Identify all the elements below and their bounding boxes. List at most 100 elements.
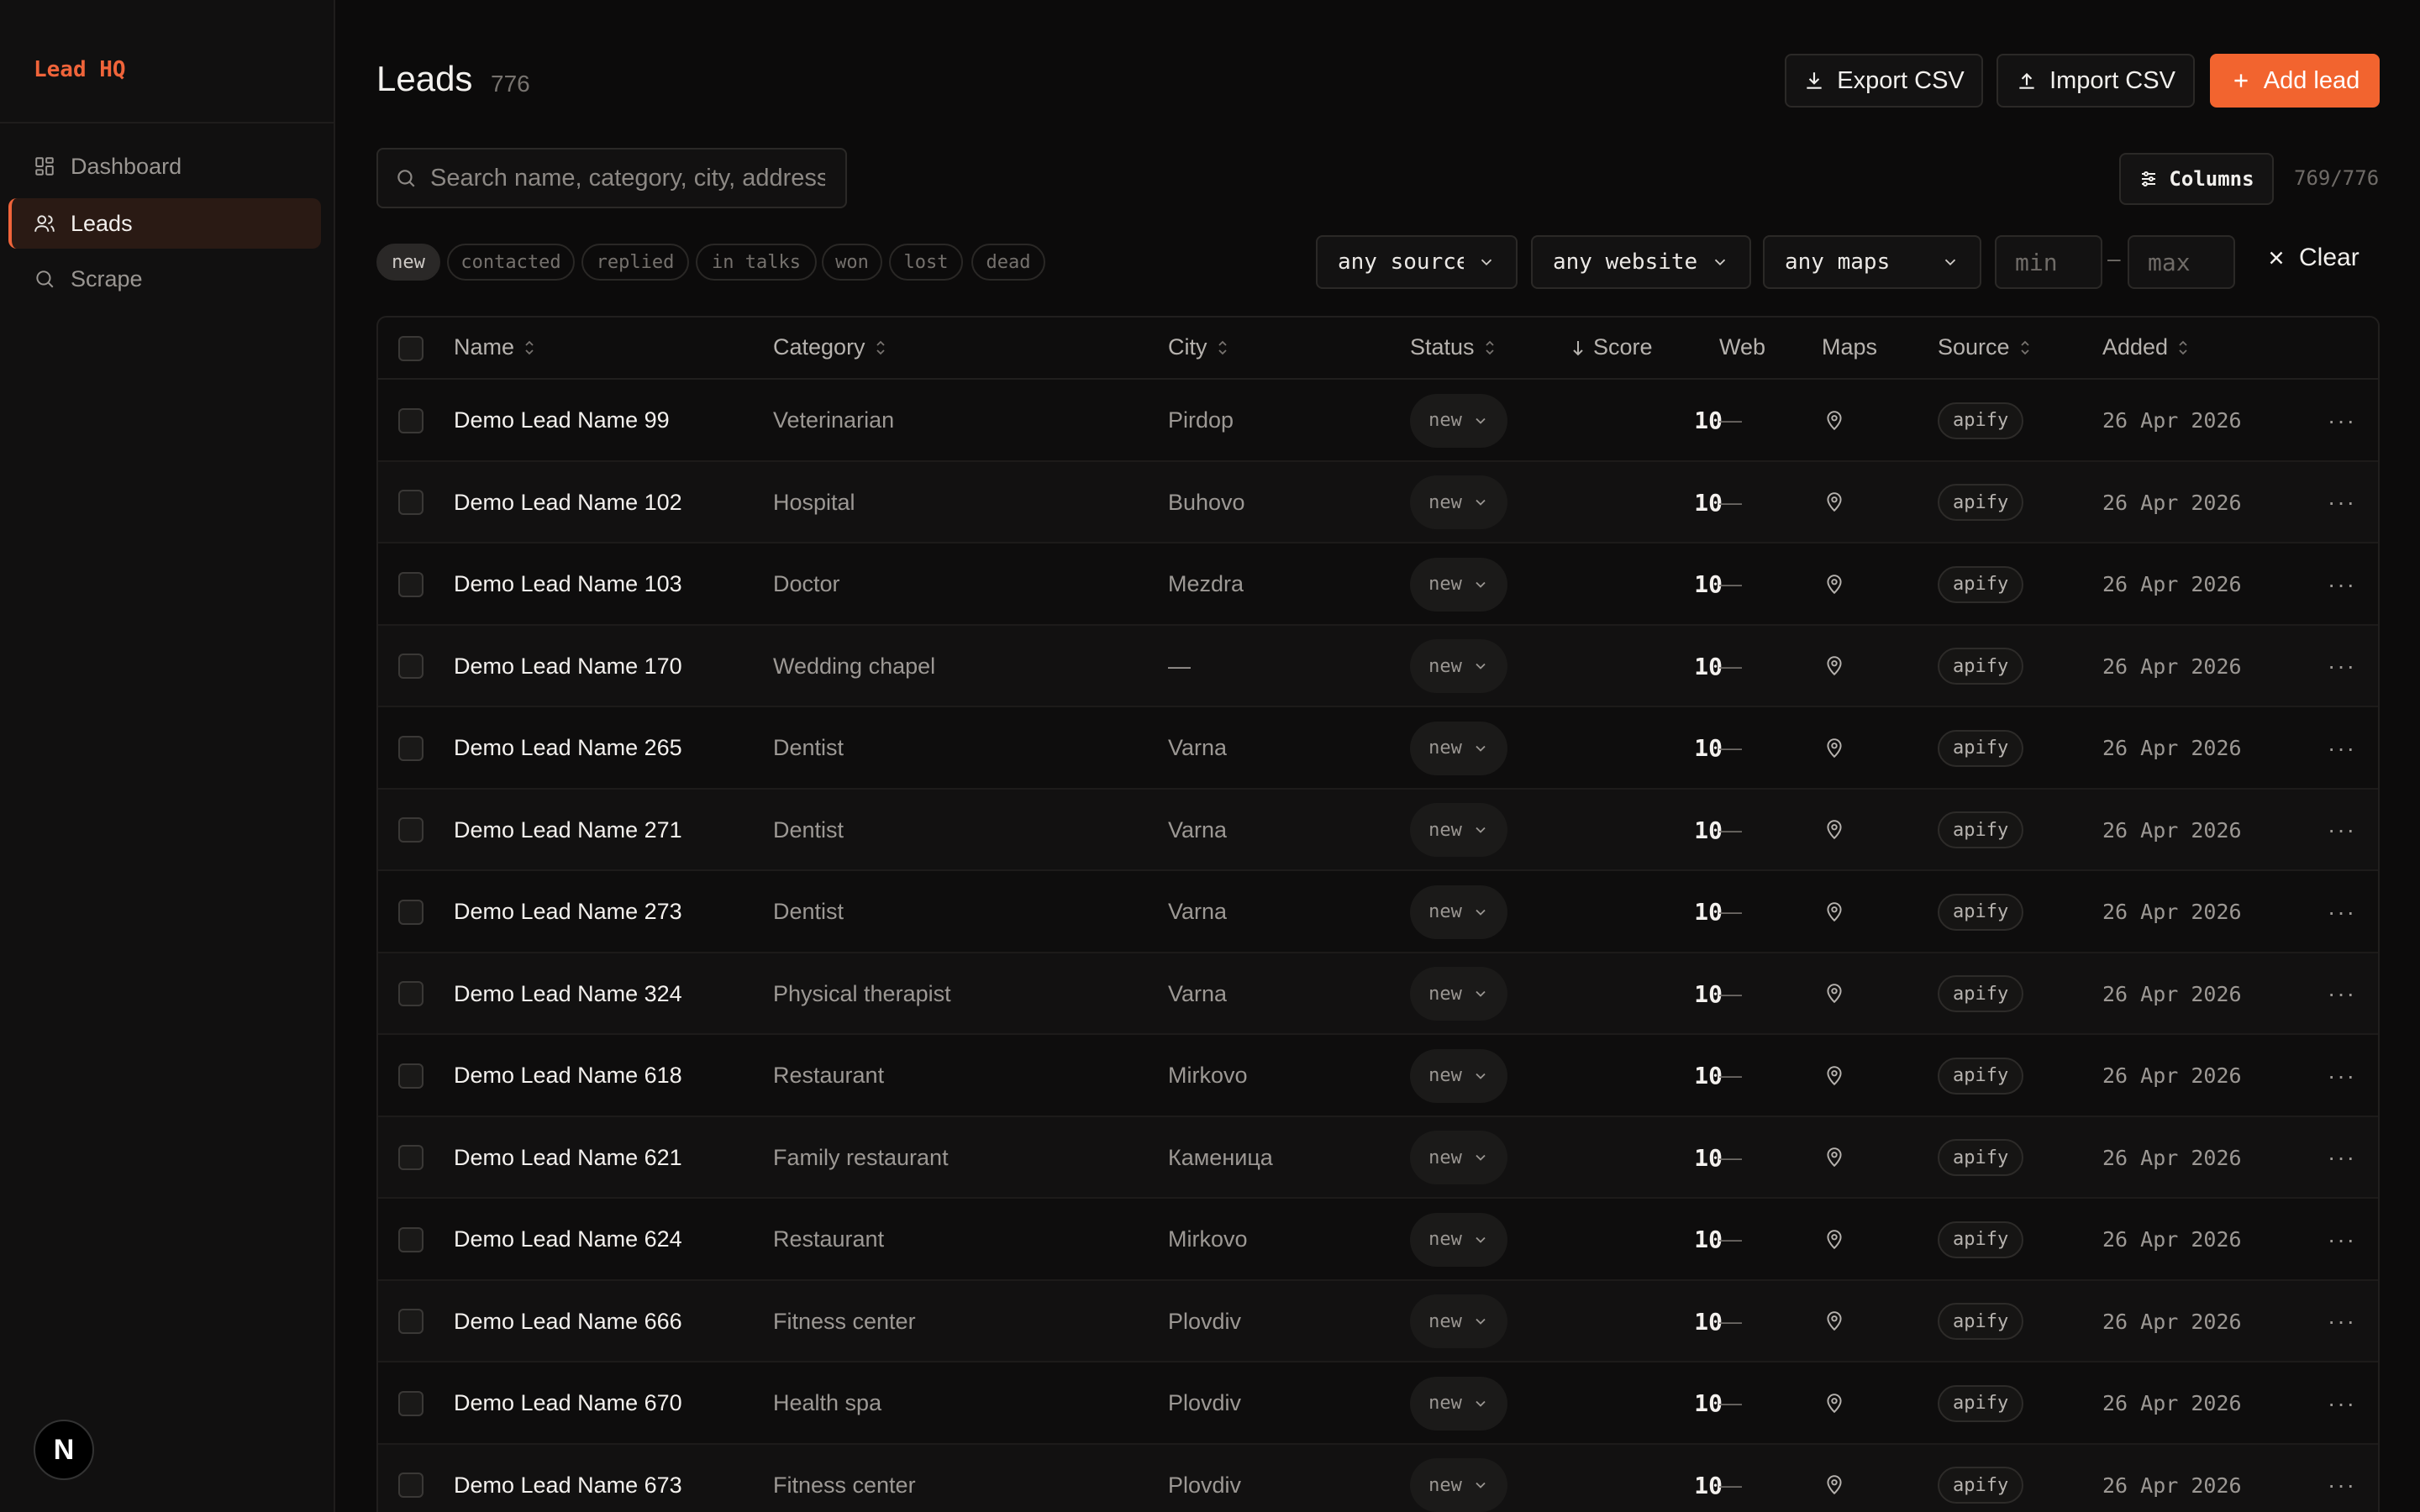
status-select[interactable]: new (1410, 1035, 1507, 1117)
table-row[interactable]: Demo Lead Name 324 Physical therapist Varn… (378, 953, 2378, 1036)
map-pin-icon[interactable] (1823, 380, 1845, 462)
sidebar-item-dashboard[interactable]: Dashboard (8, 141, 321, 192)
col-source[interactable]: Source (1938, 334, 2032, 360)
row-checkbox[interactable] (398, 1445, 424, 1512)
chip-contacted[interactable]: contacted (447, 244, 575, 281)
map-pin-icon[interactable] (1823, 1281, 1845, 1363)
lead-name[interactable]: Demo Lead Name 618 (454, 1035, 682, 1117)
chip-replied[interactable]: replied (581, 244, 689, 281)
lead-name[interactable]: Demo Lead Name 621 (454, 1117, 682, 1200)
row-actions-button[interactable]: ··· (2328, 1199, 2356, 1281)
status-select[interactable]: new (1410, 1281, 1507, 1363)
clear-filters-button[interactable]: Clear (2265, 244, 2360, 272)
row-checkbox[interactable] (398, 543, 424, 626)
lead-name[interactable]: Demo Lead Name 666 (454, 1281, 682, 1363)
chip-dead[interactable]: dead (971, 244, 1045, 281)
table-row[interactable]: Demo Lead Name 170 Wedding chapel — new 10— a… (378, 625, 2378, 708)
row-actions-button[interactable]: ··· (2328, 953, 2356, 1036)
row-actions-button[interactable]: ··· (2328, 871, 2356, 953)
add-lead-button[interactable]: Add lead (2210, 54, 2380, 108)
search-input[interactable] (430, 164, 825, 192)
table-row[interactable]: Demo Lead Name 271 Dentist Varna new 10— apif… (378, 789, 2378, 872)
map-pin-icon[interactable] (1823, 462, 1845, 544)
row-checkbox[interactable] (398, 462, 424, 544)
col-category[interactable]: Category (773, 334, 887, 360)
status-select[interactable]: new (1410, 543, 1507, 626)
map-pin-icon[interactable] (1823, 953, 1845, 1036)
table-row[interactable]: Demo Lead Name 102 Hospital Buhovo new 10— ap… (378, 461, 2378, 544)
row-actions-button[interactable]: ··· (2328, 1117, 2356, 1200)
status-select[interactable]: new (1410, 380, 1507, 462)
table-row[interactable]: Demo Lead Name 666 Fitness center Plovdiv n… (378, 1280, 2378, 1363)
select-all-checkbox[interactable] (398, 336, 424, 361)
row-checkbox[interactable] (398, 790, 424, 872)
chip-lost[interactable]: lost (889, 244, 963, 281)
website-filter-select[interactable]: any website (1531, 235, 1751, 289)
lead-name[interactable]: Demo Lead Name 170 (454, 626, 682, 708)
col-added[interactable]: Added (2102, 334, 2190, 360)
row-checkbox[interactable] (398, 953, 424, 1036)
map-pin-icon[interactable] (1823, 1362, 1845, 1445)
chip-won[interactable]: won (822, 244, 882, 281)
import-csv-button[interactable]: Import CSV (1996, 54, 2195, 108)
col-name[interactable]: Name (454, 334, 536, 360)
table-row[interactable]: Demo Lead Name 103 Doctor Mezdra new 10— apif… (378, 543, 2378, 626)
row-actions-button[interactable]: ··· (2328, 707, 2356, 790)
sidebar-item-leads[interactable]: Leads (8, 198, 321, 249)
status-select[interactable]: new (1410, 1362, 1507, 1445)
map-pin-icon[interactable] (1823, 1035, 1845, 1117)
row-actions-button[interactable]: ··· (2328, 462, 2356, 544)
row-checkbox[interactable] (398, 1117, 424, 1200)
score-max-input[interactable]: max (2128, 235, 2235, 289)
row-checkbox[interactable] (398, 1035, 424, 1117)
source-filter-select[interactable]: any source (1316, 235, 1518, 289)
status-select[interactable]: new (1410, 462, 1507, 544)
lead-name[interactable]: Demo Lead Name 324 (454, 953, 682, 1036)
chip-new[interactable]: new (376, 244, 440, 281)
score-min-input[interactable]: min (1995, 235, 2102, 289)
map-pin-icon[interactable] (1823, 871, 1845, 953)
table-row[interactable]: Demo Lead Name 621 Family restaurant Камен… (378, 1116, 2378, 1200)
lead-name[interactable]: Demo Lead Name 673 (454, 1445, 682, 1512)
row-checkbox[interactable] (398, 1281, 424, 1363)
map-pin-icon[interactable] (1823, 1445, 1845, 1512)
col-city[interactable]: City (1168, 334, 1229, 360)
row-checkbox[interactable] (398, 1199, 424, 1281)
row-checkbox[interactable] (398, 871, 424, 953)
lead-name[interactable]: Demo Lead Name 271 (454, 790, 682, 872)
row-actions-button[interactable]: ··· (2328, 543, 2356, 626)
row-checkbox[interactable] (398, 707, 424, 790)
row-actions-button[interactable]: ··· (2328, 626, 2356, 708)
row-checkbox[interactable] (398, 1362, 424, 1445)
row-checkbox[interactable] (398, 380, 424, 462)
row-actions-button[interactable]: ··· (2328, 790, 2356, 872)
maps-filter-select[interactable]: any maps (1763, 235, 1981, 289)
status-select[interactable]: new (1410, 1445, 1507, 1512)
map-pin-icon[interactable] (1823, 543, 1845, 626)
chip-in-talks[interactable]: in talks (696, 244, 817, 281)
status-select[interactable]: new (1410, 1199, 1507, 1281)
map-pin-icon[interactable] (1823, 707, 1845, 790)
columns-button[interactable]: Columns (2119, 153, 2274, 205)
row-actions-button[interactable]: ··· (2328, 1035, 2356, 1117)
map-pin-icon[interactable] (1823, 1117, 1845, 1200)
row-checkbox[interactable] (398, 626, 424, 708)
export-csv-button[interactable]: Export CSV (1785, 54, 1983, 108)
table-row[interactable]: Demo Lead Name 273 Dentist Varna new 10— apif… (378, 871, 2378, 953)
lead-name[interactable]: Demo Lead Name 273 (454, 871, 682, 953)
row-actions-button[interactable]: ··· (2328, 1281, 2356, 1363)
col-score[interactable]: Score (1571, 334, 1653, 360)
status-select[interactable]: new (1410, 953, 1507, 1036)
lead-name[interactable]: Demo Lead Name 99 (454, 380, 670, 462)
lead-name[interactable]: Demo Lead Name 624 (454, 1199, 682, 1281)
map-pin-icon[interactable] (1823, 1199, 1845, 1281)
status-select[interactable]: new (1410, 790, 1507, 872)
row-actions-button[interactable]: ··· (2328, 1445, 2356, 1512)
col-status[interactable]: Status (1410, 334, 1497, 360)
status-select[interactable]: new (1410, 707, 1507, 790)
map-pin-icon[interactable] (1823, 626, 1845, 708)
brand-logo[interactable]: Lead HQ (34, 57, 126, 82)
framework-badge[interactable]: N (34, 1420, 94, 1480)
status-select[interactable]: new (1410, 871, 1507, 953)
table-row[interactable]: Demo Lead Name 99 Veterinarian Pirdop new 10… (378, 380, 2378, 462)
